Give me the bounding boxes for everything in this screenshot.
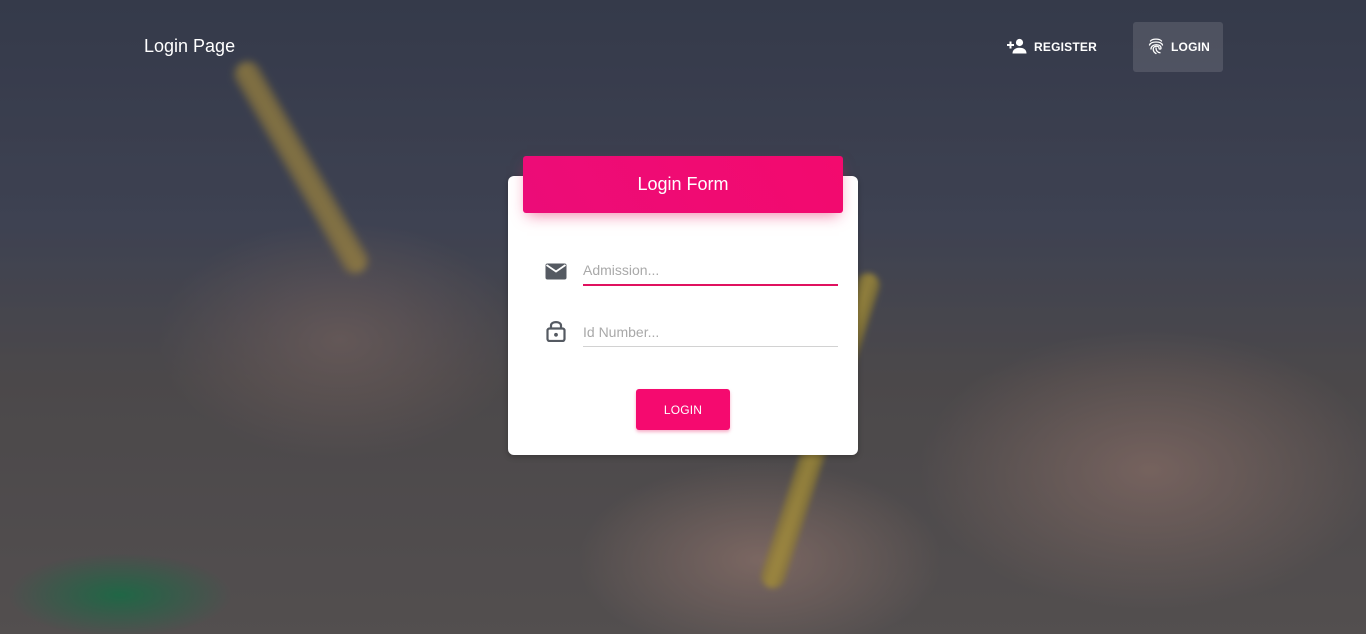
login-submit-button[interactable]: LOGIN — [636, 389, 730, 430]
person-add-icon — [1007, 38, 1027, 57]
register-nav-link[interactable]: REGISTER — [992, 22, 1112, 72]
login-nav-label: LOGIN — [1171, 40, 1210, 54]
register-label: REGISTER — [1034, 40, 1097, 54]
navbar-brand[interactable]: Login Page — [144, 36, 235, 57]
login-form-header: Login Form — [523, 156, 843, 213]
login-nav-link[interactable]: LOGIN — [1133, 22, 1223, 72]
login-form-title: Login Form — [637, 174, 729, 194]
id-number-input[interactable] — [583, 317, 838, 347]
lock-icon — [546, 319, 566, 347]
fingerprint-icon — [1148, 37, 1164, 58]
admission-input[interactable] — [583, 256, 838, 286]
email-icon — [545, 263, 567, 285]
